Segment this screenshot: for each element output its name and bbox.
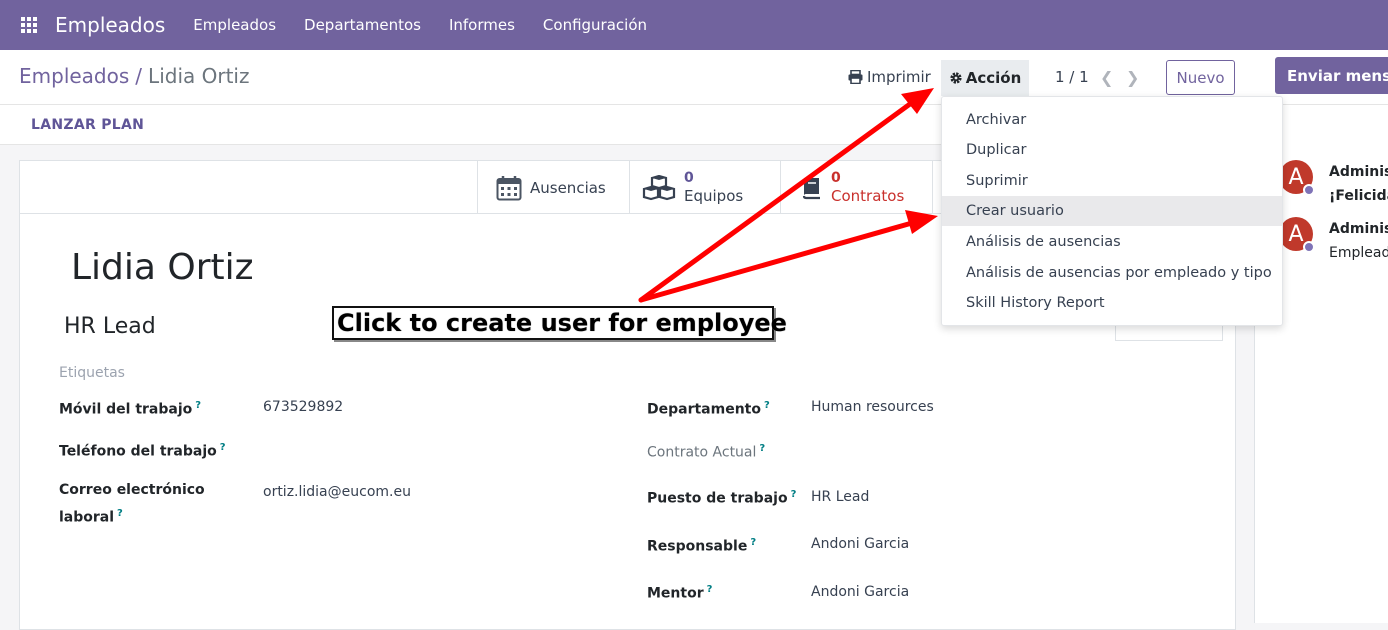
message-body: ¡Felicidades! xyxy=(1329,188,1388,204)
job-position-label-text: Puesto de trabajo xyxy=(647,490,788,507)
send-message-button[interactable]: Enviar mensaje xyxy=(1275,57,1388,94)
email-label: Correo electrónico laboral? xyxy=(59,479,205,530)
action-dropdown-menu: Archivar Duplicar Suprimir Crear usuario… xyxy=(941,96,1283,326)
coach-label-text: Mentor xyxy=(647,585,704,602)
menu-item-absence-analysis-by-type[interactable]: Análisis de ausencias por empleado y tip… xyxy=(942,258,1282,288)
cubes-icon xyxy=(642,174,676,200)
email-label-line2: laboral xyxy=(59,509,115,526)
print-icon xyxy=(848,70,863,84)
help-icon[interactable]: ? xyxy=(759,443,765,454)
menu-item-duplicate[interactable]: Duplicar xyxy=(942,135,1282,165)
print-label: Imprimir xyxy=(867,68,931,86)
department-label-text: Departamento xyxy=(647,401,761,418)
teams-text: 0 Equipos xyxy=(684,170,743,206)
teams-count: 0 xyxy=(684,169,694,186)
pager-value[interactable]: 1 / 1 xyxy=(1055,68,1089,86)
action-label: Acción xyxy=(965,69,1022,87)
job-position-label: Puesto de trabajo? xyxy=(647,483,796,511)
breadcrumb-parent[interactable]: Empleados xyxy=(19,64,129,88)
email-field[interactable]: ortiz.lidia@eucom.eu xyxy=(263,484,411,500)
teams-smart-button[interactable]: 0 Equipos xyxy=(629,161,780,214)
apps-grid-icon[interactable] xyxy=(21,17,37,33)
book-icon xyxy=(802,177,820,199)
phone-label: Teléfono del trabajo? xyxy=(59,436,226,464)
help-icon[interactable]: ? xyxy=(117,508,123,519)
mobile-label-text: Móvil del trabajo xyxy=(59,401,193,418)
app-brand[interactable]: Empleados xyxy=(55,13,165,37)
new-button[interactable]: Nuevo xyxy=(1166,60,1235,95)
help-icon[interactable]: ? xyxy=(791,489,797,500)
contracts-text: 0 Contratos xyxy=(831,170,904,206)
contracts-count: 0 xyxy=(831,169,841,186)
manager-label: Responsable? xyxy=(647,531,756,559)
teams-label: Equipos xyxy=(684,186,744,205)
phone-field[interactable] xyxy=(263,441,563,459)
contracts-label: Contratos xyxy=(831,186,905,205)
menu-reports[interactable]: Informes xyxy=(435,16,529,34)
menu-departments[interactable]: Departamentos xyxy=(290,16,435,34)
coach-label: Mentor? xyxy=(647,578,712,606)
gear-icon xyxy=(950,72,962,84)
calendar-icon xyxy=(496,175,522,200)
tags-input[interactable]: Etiquetas xyxy=(59,365,125,381)
breadcrumb: Empleados / Lidia Ortiz xyxy=(19,64,249,88)
message-author[interactable]: Administrator xyxy=(1329,164,1388,180)
menu-item-absence-analysis[interactable]: Análisis de ausencias xyxy=(942,227,1282,257)
contracts-smart-button[interactable]: 0 Contratos xyxy=(780,161,932,214)
action-button[interactable]: Acción xyxy=(941,60,1029,96)
print-button[interactable]: Imprimir xyxy=(848,68,931,86)
presence-dot-icon xyxy=(1303,241,1315,253)
annotation-callout: Click to create user for employee xyxy=(332,306,787,340)
employee-name[interactable]: Lidia Ortiz xyxy=(71,247,254,288)
message-body: Empleado creado xyxy=(1329,245,1388,261)
help-icon[interactable]: ? xyxy=(764,400,770,411)
message-author[interactable]: Administrator xyxy=(1329,221,1388,237)
help-icon[interactable]: ? xyxy=(220,442,226,453)
help-icon[interactable]: ? xyxy=(195,400,201,411)
contract-label: Contrato Actual? xyxy=(647,443,765,461)
manager-field[interactable]: Andoni Garcia xyxy=(811,536,909,552)
menu-item-delete[interactable]: Suprimir xyxy=(942,166,1282,196)
breadcrumb-separator: / xyxy=(135,64,143,88)
menu-employees[interactable]: Empleados xyxy=(179,16,290,34)
department-label: Departamento? xyxy=(647,394,770,422)
email-label-line1: Correo electrónico xyxy=(59,482,205,498)
help-icon[interactable]: ? xyxy=(750,537,756,548)
presence-dot-icon xyxy=(1303,184,1315,196)
breadcrumb-current: Lidia Ortiz xyxy=(148,64,250,88)
manager-label-text: Responsable xyxy=(647,538,748,555)
menu-item-create-user[interactable]: Crear usuario xyxy=(942,196,1282,226)
coach-field[interactable]: Andoni Garcia xyxy=(811,584,909,600)
menu-item-archive[interactable]: Archivar xyxy=(942,105,1282,135)
menu-configuration[interactable]: Configuración xyxy=(529,16,661,34)
absences-smart-button[interactable]: Ausencias xyxy=(477,161,629,214)
menu-item-skill-history[interactable]: Skill History Report xyxy=(942,288,1282,318)
chevron-right-icon[interactable]: ❯ xyxy=(1126,68,1139,87)
absences-label: Ausencias xyxy=(530,178,606,197)
phone-label-text: Teléfono del trabajo xyxy=(59,443,217,460)
mobile-label: Móvil del trabajo? xyxy=(59,394,201,422)
launch-plan-button[interactable]: LANZAR PLAN xyxy=(31,117,144,133)
department-field[interactable]: Human resources xyxy=(811,399,934,415)
mobile-field[interactable]: 673529892 xyxy=(263,399,343,415)
top-navbar: Empleados Empleados Departamentos Inform… xyxy=(0,0,1388,50)
help-icon[interactable]: ? xyxy=(707,584,713,595)
job-position-field[interactable]: HR Lead xyxy=(811,489,869,505)
chevron-left-icon[interactable]: ❮ xyxy=(1100,68,1113,87)
contract-label-text: Contrato Actual xyxy=(647,444,757,461)
employee-job-title[interactable]: HR Lead xyxy=(64,314,156,339)
